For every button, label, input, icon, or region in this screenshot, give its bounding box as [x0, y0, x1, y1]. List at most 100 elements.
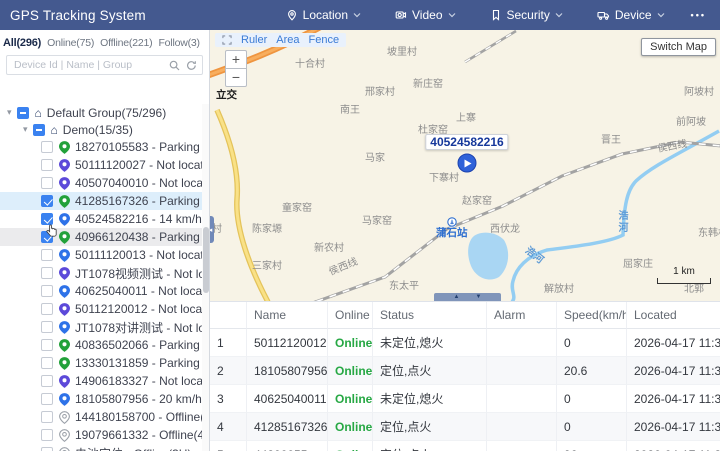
cell-alarm	[487, 329, 557, 357]
cell-num: 1	[210, 329, 247, 357]
map-tool-area[interactable]: Area	[276, 34, 299, 46]
tree-group-demo[interactable]: ▾ ⌂ Demo(15/35)	[0, 121, 202, 138]
device-checkbox[interactable]	[41, 267, 53, 279]
device-checkbox[interactable]	[41, 213, 53, 225]
map-pin-icon	[59, 266, 70, 280]
device-checkbox[interactable]	[41, 339, 53, 351]
search-icon[interactable]	[169, 60, 180, 71]
cell-status: 未定位,熄火	[373, 329, 487, 357]
map-place-label: 三家村	[252, 261, 282, 272]
device-checkbox[interactable]	[41, 141, 53, 153]
device-checkbox[interactable]	[41, 303, 53, 315]
device-row[interactable]: 电池定位 - Offline(3H)	[0, 444, 202, 451]
map-place-label: 阿坡村	[684, 87, 714, 98]
table-row[interactable]: 340625040011Online未定位,熄火 02026-04-17 11:3…	[210, 385, 720, 413]
device-row[interactable]: 50111120027 - Not locate	[0, 156, 202, 174]
switch-map-button[interactable]: Switch Map	[641, 38, 716, 56]
table-row[interactable]: 2 18105807956 Online 定位,点火 20.6 2026-04-17 11…	[210, 357, 720, 385]
search-input[interactable]	[12, 58, 163, 72]
device-row[interactable]: 40524582216 - 14 km/h	[0, 210, 202, 228]
device-row[interactable]: 40625040011 - Not locate	[0, 282, 202, 300]
device-sidebar: All(296) Online(75) Offline(221) Follow(3) …	[0, 30, 210, 451]
device-row[interactable]: 41285167326 - Parking	[0, 192, 202, 210]
device-checkbox[interactable]	[41, 321, 53, 333]
expander-icon[interactable]: ▾	[23, 124, 28, 135]
cell-online: Online	[328, 441, 373, 451]
group-checkbox[interactable]	[16, 106, 29, 119]
device-row[interactable]: JT1078视频测试 - Not locate	[0, 264, 202, 282]
device-row[interactable]: 144180158700 - Offline(10M)	[0, 408, 202, 426]
device-row[interactable]: JT1078对讲测试 - Not locate	[0, 318, 202, 336]
map-place-label: 马家窑	[362, 216, 392, 227]
nav-device[interactable]: Device	[597, 8, 665, 22]
device-checkbox[interactable]	[41, 357, 53, 369]
scrollbar-thumb[interactable]	[202, 227, 209, 293]
device-row[interactable]: 18270105583 - Parking	[0, 138, 202, 156]
tab-all[interactable]: All(296)	[3, 37, 41, 49]
table-row[interactable]: 544800055Online定位,点火 962026-04-17 11:33:1	[210, 441, 720, 451]
column-header	[210, 302, 247, 329]
map-pin-icon	[59, 320, 70, 334]
device-checkbox[interactable]	[41, 411, 53, 423]
device-checkbox[interactable]	[41, 249, 53, 261]
device-checkbox[interactable]	[41, 375, 53, 387]
nav-security[interactable]: Security	[490, 8, 563, 22]
map-place-label: 南王	[340, 105, 360, 116]
station-icon	[447, 217, 457, 227]
nav-location[interactable]: Location	[286, 8, 361, 22]
map-tool-ruler[interactable]: Ruler	[241, 34, 267, 46]
map-tool-fence[interactable]: Fence	[309, 34, 340, 46]
device-marker-icon[interactable]	[457, 153, 477, 173]
device-search[interactable]	[6, 55, 203, 75]
cell-located: 2026-04-17 11:38:5	[627, 329, 720, 357]
map-place-label: 浩河	[616, 210, 627, 234]
device-checkbox[interactable]	[41, 177, 53, 189]
device-row[interactable]: 13330131859 - Parking	[0, 354, 202, 372]
device-checkbox[interactable]	[41, 393, 53, 405]
device-checkbox[interactable]	[41, 231, 53, 243]
chevron-down-icon	[555, 12, 563, 18]
device-checkbox[interactable]	[41, 429, 53, 441]
device-row[interactable]: 14906183327 - Not locate	[0, 372, 202, 390]
device-table-panel: Name Online Status Alarm Speed(km/h) Located …	[210, 301, 720, 451]
expander-icon[interactable]: ▾	[7, 107, 12, 118]
map-canvas[interactable]: 十合村 坡里村 新庄窑 邢家村 阿坡村 南王 前阿坡 上寨 杜家窑 晋王 马家 下寨村 赵家窑 童家窑 马家…	[210, 30, 720, 301]
tab-offline[interactable]: Offline(221)	[100, 37, 152, 49]
device-row[interactable]: 50111120013 - Not locate	[0, 246, 202, 264]
zoom-in-button[interactable]: +	[225, 50, 247, 69]
map-pin-icon	[59, 230, 70, 244]
device-checkbox[interactable]	[41, 159, 53, 171]
device-marker-label[interactable]: 40524582216	[425, 134, 509, 150]
cell-online: Online	[328, 329, 373, 357]
cell-located: 2026-04-17 11:38:4	[627, 385, 720, 413]
cell-status: 定位,点火	[373, 441, 487, 451]
device-row[interactable]: 40507040010 - Not locate	[0, 174, 202, 192]
device-row[interactable]: 19079661332 - Offline(49M)	[0, 426, 202, 444]
map-place-label: 晋王	[601, 135, 621, 146]
fit-screen-icon[interactable]	[222, 35, 232, 45]
table-body: 150112120012Online未定位,熄火02026-04-17 11:3…	[210, 329, 720, 451]
device-checkbox[interactable]	[41, 195, 53, 207]
device-label: 40836502066 - Parking	[75, 338, 200, 352]
device-row[interactable]: 50112120012 - Not locate	[0, 300, 202, 318]
refresh-icon[interactable]	[186, 60, 197, 71]
more-menu-button[interactable]: •••	[691, 10, 706, 20]
tree-group-default[interactable]: ▾ ⌂ Default Group(75/296)	[0, 104, 202, 121]
device-checkbox[interactable]	[41, 285, 53, 297]
sidebar-scrollbar[interactable]	[202, 104, 209, 451]
sidebar-collapse-handle[interactable]: ◂	[210, 216, 214, 243]
table-row[interactable]: 150112120012Online未定位,熄火 02026-04-17 11:3…	[210, 329, 720, 357]
group-checkbox[interactable]	[32, 123, 45, 136]
zoom-out-button[interactable]: −	[225, 68, 247, 87]
device-label: 144180158700 - Offline(10M)	[75, 410, 202, 424]
table-row[interactable]: 441285167326Online定位,点火 02026-04-17 11:38…	[210, 413, 720, 441]
device-checkbox[interactable]	[41, 447, 53, 451]
device-row[interactable]: 40966120438 - Parking	[0, 228, 202, 246]
device-row[interactable]: 40836502066 - Parking	[0, 336, 202, 354]
tab-follow[interactable]: Follow(3)	[158, 37, 200, 49]
nav-video[interactable]: Video	[395, 8, 455, 22]
map-pin-icon	[59, 194, 70, 208]
device-row[interactable]: 18105807956 - 20 km/h	[0, 390, 202, 408]
table-collapse-handle[interactable]: ▲ ▼	[434, 293, 501, 301]
tab-online[interactable]: Online(75)	[47, 37, 94, 49]
